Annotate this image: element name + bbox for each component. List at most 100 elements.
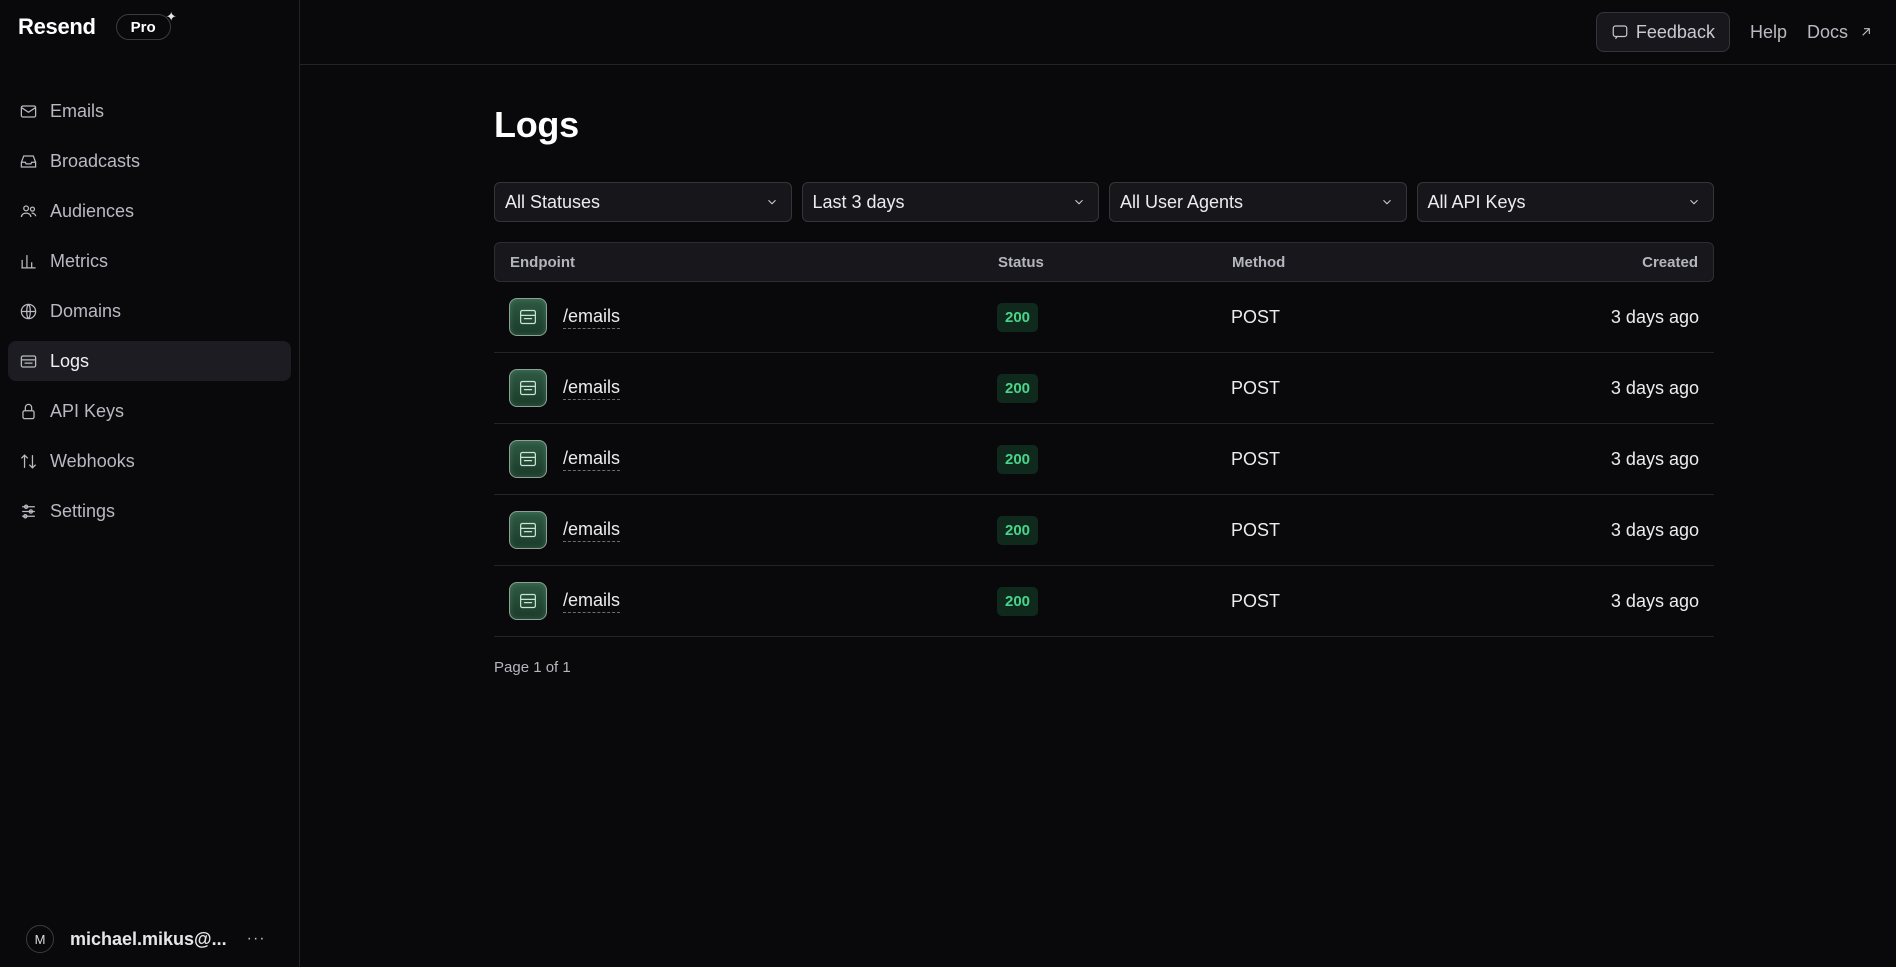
endpoint-cell: /emails [509,440,997,478]
sidebar-item-label: Domains [50,300,122,321]
chevron-down-icon [1690,199,1698,205]
endpoint-link[interactable]: /emails [563,306,621,329]
log-entry-icon [509,298,547,336]
plan-badge: Pro ✦ [115,9,177,40]
status-cell: 200 [997,444,1231,474]
date-range-value: Last 3 days [812,191,905,212]
table-row[interactable]: /emails 200 POST 3 days ago [494,566,1714,637]
sidebar-item-settings[interactable]: Settings [8,491,291,531]
table-row[interactable]: /emails 200 POST 3 days ago [494,424,1714,495]
method-cell: POST [1231,306,1281,327]
docs-link[interactable]: Docs [1807,22,1874,43]
plan-badge-label: Pro [130,18,156,36]
user-menu[interactable]: M michael.mikus@... ··· [26,911,279,967]
user-email: michael.mikus@... [70,928,227,949]
api-key-value: All API Keys [1427,191,1526,212]
bar-chart-icon [18,251,38,271]
sidebar-item-label: Logs [50,350,90,371]
status-cell: 200 [997,302,1231,332]
status-badge: 200 [997,302,1039,332]
api-key-select[interactable]: All API Keys [1416,182,1714,222]
endpoint-cell: /emails [509,582,997,620]
pagination-text: Page 1 of 1 [494,659,571,676]
endpoint-cell: /emails [509,369,997,407]
table-header: Endpoint Status Method Created [494,242,1714,282]
endpoint-link[interactable]: /emails [563,519,621,542]
sliders-icon [18,501,38,521]
chat-icon [1612,25,1628,40]
feedback-label: Feedback [1635,21,1715,42]
sidebar-item-metrics[interactable]: Metrics [8,241,291,281]
sparkle-icon: ✦ [165,9,177,24]
column-header-status: Status [998,253,1044,271]
created-cell: 3 days ago [1610,377,1699,398]
logs-table: Endpoint Status Method Created /emails 2… [494,242,1714,637]
page-title: Logs [494,104,579,145]
endpoint-cell: /emails [509,511,997,549]
main: Feedback Help Docs Logs All Statuses Las… [300,0,1896,967]
status-badge: 200 [997,586,1039,616]
brand-logo[interactable]: Resend [18,14,96,40]
mail-icon [18,101,38,121]
sidebar-item-logs[interactable]: Logs [8,341,291,381]
logs-icon [18,351,38,371]
sidebar-item-label: Audiences [50,200,135,221]
docs-label: Docs [1806,21,1848,42]
endpoint-link[interactable]: /emails [563,448,621,471]
sidebar: Resend Pro ✦ Emails Broadcasts Audiences… [0,0,300,967]
sidebar-item-label: Webhooks [50,450,135,471]
date-range-select[interactable]: Last 3 days [801,182,1099,222]
log-entry-icon [509,440,547,478]
table-row[interactable]: /emails 200 POST 3 days ago [494,495,1714,566]
chevron-down-icon [767,199,776,205]
created-cell: 3 days ago [1610,590,1699,611]
log-entry-icon [509,582,547,620]
user-agent-select[interactable]: All User Agents [1109,182,1407,222]
status-cell: 200 [997,373,1231,403]
status-filter-select[interactable]: All Statuses [494,182,792,222]
table-row[interactable]: /emails 200 POST 3 days ago [494,282,1714,353]
method-cell: POST [1231,448,1281,469]
more-icon[interactable]: ··· [247,930,266,948]
chevron-down-icon [1075,199,1083,205]
method-cell: POST [1231,377,1281,398]
endpoint-link[interactable]: /emails [563,377,621,400]
method-cell: POST [1231,519,1281,540]
sidebar-item-domains[interactable]: Domains [8,291,291,331]
created-cell: 3 days ago [1610,306,1699,327]
help-link[interactable]: Help [1750,22,1787,43]
logs-content: Logs All Statuses Last 3 days All User A… [494,104,1714,676]
sidebar-item-label: Settings [50,500,116,521]
sidebar-item-audiences[interactable]: Audiences [8,191,291,231]
sidebar-item-broadcasts[interactable]: Broadcasts [8,141,291,181]
app: Resend Pro ✦ Emails Broadcasts Audiences… [0,0,1896,967]
status-badge: 200 [997,444,1039,474]
status-badge: 200 [997,373,1039,403]
column-header-created: Created [1642,253,1698,271]
sidebar-item-emails[interactable]: Emails [8,91,291,131]
status-badge: 200 [997,515,1039,545]
external-link-icon [1862,28,1870,36]
avatar: M [26,925,54,953]
topbar: Feedback Help Docs [300,0,1896,65]
status-cell: 200 [997,515,1231,545]
status-cell: 200 [997,586,1231,616]
created-cell: 3 days ago [1610,448,1699,469]
created-cell: 3 days ago [1610,519,1699,540]
column-header-endpoint: Endpoint [510,253,575,271]
sidebar-item-api-keys[interactable]: API Keys [8,391,291,431]
chevron-down-icon [1382,199,1391,205]
sidebar-item-label: API Keys [50,400,125,421]
endpoint-cell: /emails [509,298,997,336]
help-label: Help [1749,21,1787,42]
table-row[interactable]: /emails 200 POST 3 days ago [494,353,1714,424]
sidebar-item-webhooks[interactable]: Webhooks [8,441,291,481]
feedback-button[interactable]: Feedback [1595,12,1730,52]
sidebar-nav: Emails Broadcasts Audiences Metrics Doma… [0,91,299,531]
inbox-icon [18,151,38,171]
filter-bar: All Statuses Last 3 days All User Agents… [494,182,1714,222]
endpoint-link[interactable]: /emails [563,590,621,613]
status-filter-value: All Statuses [505,191,601,212]
method-cell: POST [1231,590,1281,611]
user-agent-value: All User Agents [1120,191,1244,212]
